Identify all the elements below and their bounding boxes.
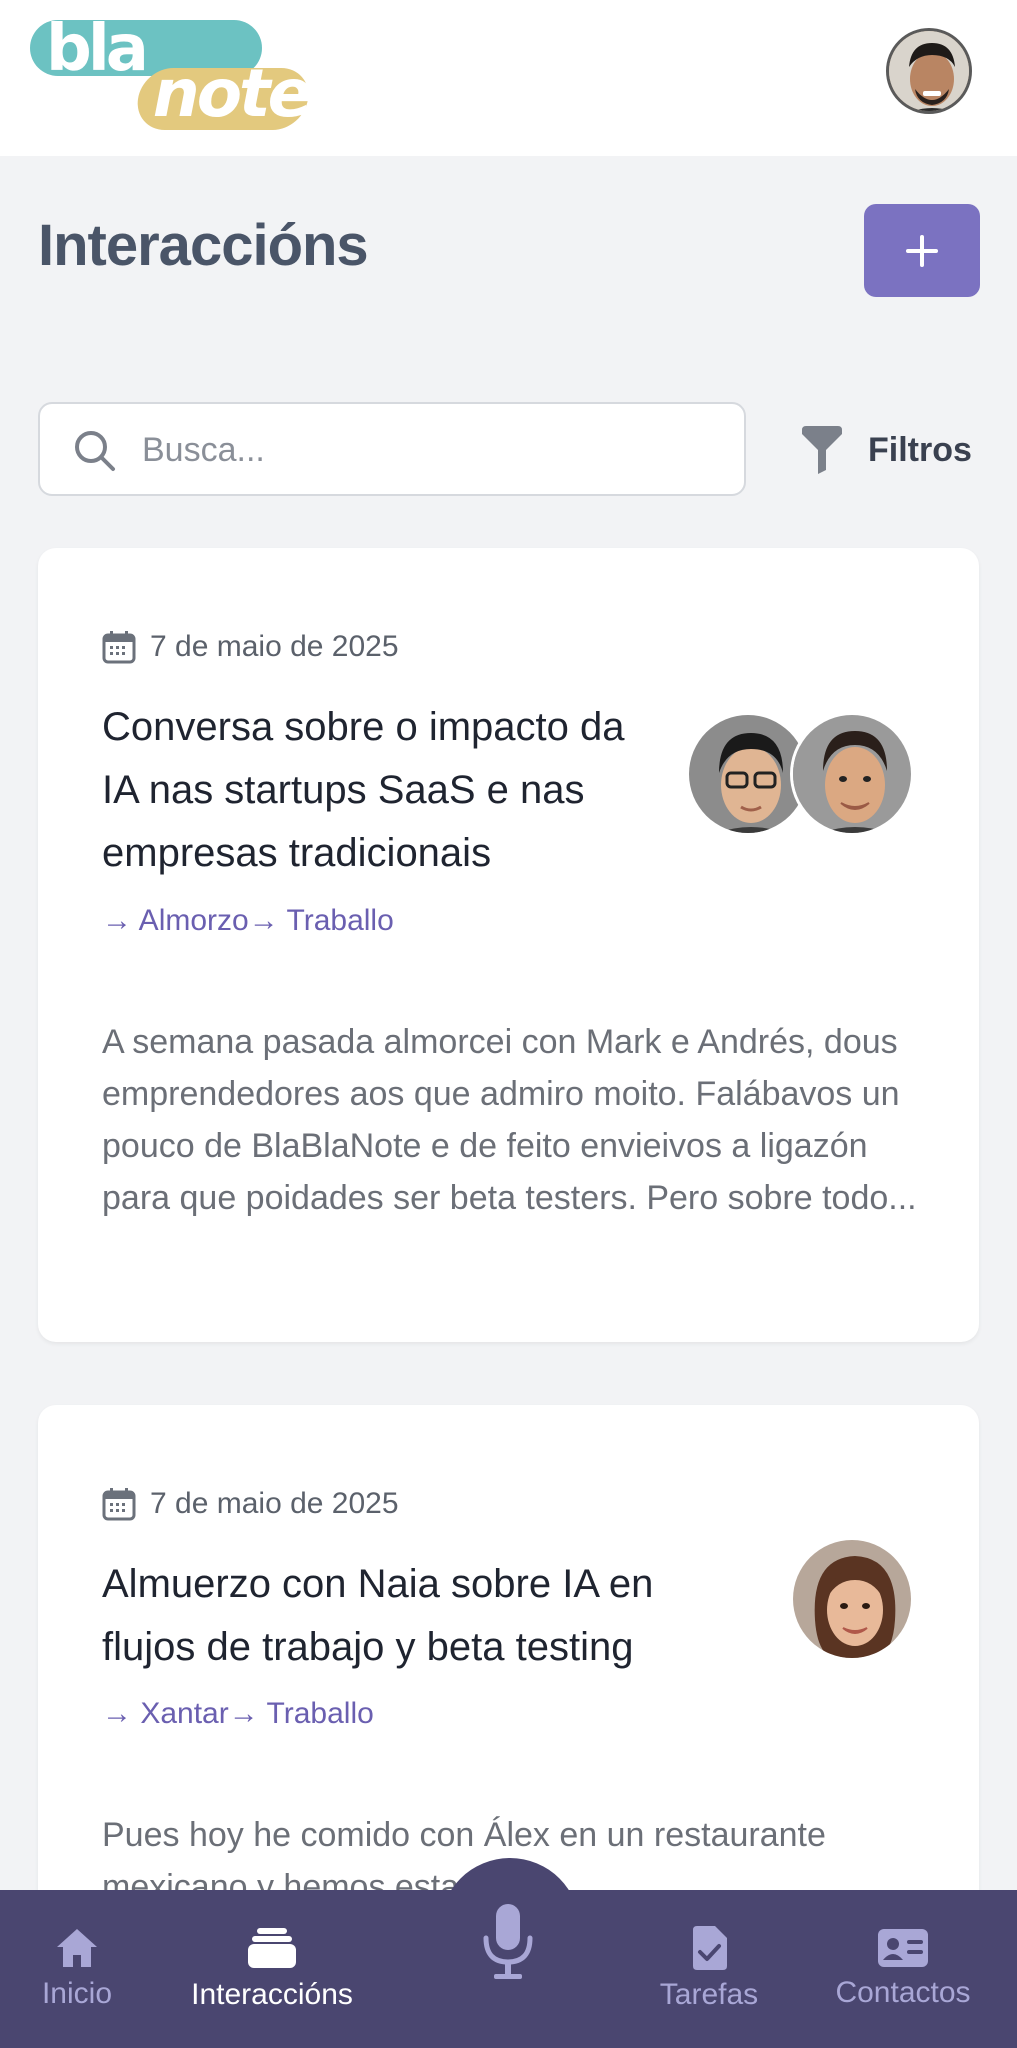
logo-text-bottom: note bbox=[152, 55, 310, 132]
filters-button[interactable]: Filtros bbox=[800, 420, 972, 480]
blablanote-logo[interactable]: bla bla note bbox=[30, 14, 320, 154]
interaction-date: 7 de maio de 2025 bbox=[150, 1487, 399, 1520]
search-box bbox=[38, 402, 746, 496]
home-icon bbox=[57, 1929, 97, 1967]
interaction-card[interactable]: 7 de maio de 2025 Conversa sobre o impac… bbox=[38, 548, 979, 1342]
interaction-date: 7 de maio de 2025 bbox=[150, 630, 399, 663]
nav-item-interaccions[interactable]: Interaccións bbox=[176, 1890, 368, 2048]
funnel-icon bbox=[802, 426, 842, 474]
date-row: 7 de maio de 2025 bbox=[102, 1487, 399, 1521]
add-interaction-button[interactable] bbox=[864, 204, 980, 297]
filters-label: Filtros bbox=[868, 430, 972, 469]
interaction-tags[interactable]: → Almorzo→ Traballo bbox=[102, 904, 394, 938]
nav-label: Contactos bbox=[835, 1976, 971, 2009]
task-icon bbox=[693, 1926, 727, 1970]
record-voice-button[interactable] bbox=[478, 1902, 538, 1987]
plus-icon bbox=[906, 234, 938, 267]
stack-icon bbox=[248, 1928, 296, 1968]
nav-item-inicio[interactable]: Inicio bbox=[30, 1890, 124, 2048]
nav-label: Inicio bbox=[41, 1977, 113, 2010]
nav-item-contactos[interactable]: Contactos bbox=[824, 1890, 982, 2048]
interaction-tags[interactable]: → Xantar→ Traballo bbox=[102, 1697, 374, 1731]
participant-avatar[interactable] bbox=[790, 712, 914, 836]
nav-label: Interaccións bbox=[191, 1978, 353, 2011]
search-icon bbox=[75, 431, 115, 471]
logo-note: note bbox=[133, 55, 313, 132]
search-input[interactable] bbox=[142, 424, 702, 476]
interaction-title: Conversa sobre o impacto da IA nas start… bbox=[102, 705, 625, 875]
page-title: Interaccións bbox=[38, 213, 369, 278]
interaction-excerpt: A semana pasada almorcei con Mark e Andr… bbox=[102, 1023, 917, 1217]
participant-avatar[interactable] bbox=[790, 1537, 914, 1661]
calendar-icon bbox=[102, 631, 136, 664]
microphone-icon bbox=[483, 1904, 533, 1979]
contact-card-icon bbox=[878, 1929, 928, 1967]
interaction-title: Almuerzo con Naia sobre IA en flujos de … bbox=[102, 1562, 654, 1669]
top-bar: bla bla note bbox=[0, 0, 1017, 156]
calendar-icon bbox=[102, 1488, 136, 1521]
nav-item-tarefas[interactable]: Tarefas bbox=[646, 1890, 772, 2048]
date-row: 7 de maio de 2025 bbox=[102, 630, 399, 664]
nav-label: Tarefas bbox=[659, 1978, 759, 2011]
profile-avatar[interactable] bbox=[886, 28, 972, 114]
